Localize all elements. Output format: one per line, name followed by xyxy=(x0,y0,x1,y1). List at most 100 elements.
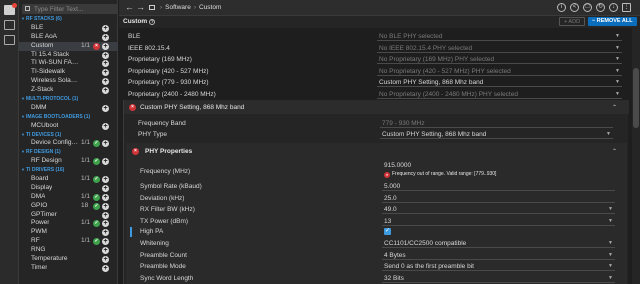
forward-icon[interactable]: → xyxy=(136,3,145,12)
add-button[interactable]: + ADD xyxy=(559,17,586,26)
add-icon[interactable]: + xyxy=(102,176,109,184)
history-icon[interactable]: ↻ xyxy=(596,3,605,12)
phy-select[interactable]: Custom PHY Setting, 868 Mhz band ▼ xyxy=(377,78,622,87)
scroll-thumb[interactable] xyxy=(633,68,639,128)
tree-item-label: RNG xyxy=(31,246,46,254)
chevron-up-icon[interactable]: ⌃ xyxy=(612,148,617,155)
software-icon[interactable] xyxy=(4,3,17,15)
tree-item-dmm[interactable]: DMM + xyxy=(19,104,118,113)
tree-category-ti-devices-1[interactable]: ▼ TI DEVICES (1) xyxy=(19,131,118,140)
tree-item-rng[interactable]: RNG + xyxy=(19,246,118,255)
phy-select[interactable]: No IEEE 802.15.4 PHY selected ▼ xyxy=(377,44,622,53)
files-icon[interactable] xyxy=(4,20,15,30)
tree-item-temperature[interactable]: Temperature + xyxy=(19,255,118,264)
board-view-icon[interactable] xyxy=(4,35,15,45)
tree-item-ti-wi-sun-fan-stack[interactable]: TI Wi-SUN FAN Stack + xyxy=(19,59,118,68)
phy-select[interactable]: No BLE PHY selected ▼ xyxy=(377,32,622,41)
tree-item-rf-design[interactable]: RF Design 1/1 ✓ + xyxy=(19,157,118,166)
tree-item-power[interactable]: Power 1/1 ✓ + xyxy=(19,219,118,228)
add-icon[interactable]: + xyxy=(102,211,109,219)
more-icon[interactable]: ⋮ xyxy=(622,3,631,12)
add-icon[interactable]: + xyxy=(102,33,109,41)
help-icon[interactable]: ? xyxy=(149,19,156,25)
add-icon[interactable]: + xyxy=(102,51,109,59)
chevron-up-icon[interactable]: ⌃ xyxy=(612,104,617,111)
tree-item-ble[interactable]: BLE + xyxy=(19,24,118,33)
info-icon[interactable]: i xyxy=(557,3,566,12)
add-icon[interactable]: + xyxy=(102,24,109,32)
tree-item-ti-sidewalk[interactable]: TI-Sidewalk + xyxy=(19,68,118,77)
tree-item-z-stack[interactable]: Z-Stack + xyxy=(19,86,118,95)
prop-field[interactable]: 25.0 xyxy=(382,194,615,203)
prop-field[interactable]: 5.000 xyxy=(382,182,615,191)
add-icon[interactable]: + xyxy=(102,60,109,68)
tree-category-ti-drivers-16[interactable]: ▼ TI DRIVERS (16) xyxy=(19,166,118,175)
tree-item-device-configur[interactable]: Device Configur... 1/1 ✓ + xyxy=(19,139,118,148)
add-icon[interactable]: + xyxy=(102,87,109,95)
phy-type-select[interactable]: Custom PHY Setting, 868 Mhz band ▼ xyxy=(380,130,613,139)
phy-select[interactable]: No Proprietary (2400 - 2480 MHz) PHY sel… xyxy=(377,90,622,99)
filter-input[interactable] xyxy=(34,4,116,14)
add-icon[interactable]: + xyxy=(102,69,109,77)
add-icon[interactable]: + xyxy=(102,42,109,50)
add-icon[interactable]: + xyxy=(102,229,109,237)
high-pa-checkbox[interactable]: ✓ xyxy=(384,228,391,235)
add-icon[interactable]: + xyxy=(102,256,109,264)
tree-item-timer[interactable]: Timer + xyxy=(19,264,118,273)
add-icon[interactable]: + xyxy=(102,264,109,272)
tree-item-ti-15-4-stack[interactable]: TI 15.4 Stack + xyxy=(19,51,118,60)
add-icon[interactable]: + xyxy=(102,247,109,255)
prop-field[interactable]: 13 ▼ xyxy=(382,217,615,226)
breadcrumb-software[interactable]: Software xyxy=(165,4,191,11)
error-icon: × xyxy=(93,42,100,50)
prop-value: 4 Bytes xyxy=(384,251,406,259)
frequency-input[interactable]: 915.0000 xyxy=(382,162,615,170)
tree-category-rf-stacks-6[interactable]: ▼ RF STACKS (6) xyxy=(19,15,118,24)
home-icon[interactable] xyxy=(149,5,155,10)
tree-item-ble-aoa[interactable]: BLE AoA + xyxy=(19,33,118,42)
add-icon[interactable]: + xyxy=(102,158,109,166)
add-icon[interactable]: + xyxy=(102,220,109,228)
tree-item-rf[interactable]: RF 1/1 ✓ + xyxy=(19,237,118,246)
tree-item-label: BLE AoA xyxy=(31,32,58,40)
back-icon[interactable]: ← xyxy=(125,3,134,12)
add-icon[interactable]: + xyxy=(102,140,109,148)
scrollbar[interactable] xyxy=(632,28,640,284)
tree-item-mcuboot[interactable]: MCUboot + xyxy=(19,122,118,131)
tree-item-gptimer[interactable]: GPTimer + xyxy=(19,211,118,220)
prop-field[interactable]: CC1101/CC2500 compatible ▼ xyxy=(382,239,615,248)
frequency-band-row: Frequency Band 779 - 930 MHz xyxy=(124,119,625,129)
filter-icon[interactable] xyxy=(25,6,30,11)
phy-panel-header[interactable]: × Custom PHY Setting, 868 Mhz band ⌃ xyxy=(124,100,629,114)
prop-field[interactable]: Send 0 as the first preamble bit ▼ xyxy=(382,262,615,271)
phy-select[interactable]: No Proprietary (420 - 527 MHz) PHY selec… xyxy=(377,67,622,76)
code-icon[interactable]: < xyxy=(570,3,579,12)
add-icon[interactable]: + xyxy=(102,78,109,86)
add-icon[interactable]: + xyxy=(102,193,109,201)
tree-item-pwm[interactable]: PWM + xyxy=(19,228,118,237)
prop-field[interactable]: 32 Bits ▼ xyxy=(382,274,615,283)
tree-item-wireless-solar-managem[interactable]: Wireless Solar Managem... + xyxy=(19,77,118,86)
phy-properties-header[interactable]: × PHY Properties ⌃ xyxy=(126,143,627,158)
add-icon[interactable]: + xyxy=(102,238,109,246)
phy-select[interactable]: No Proprietary (169 MHz) PHY selected ▼ xyxy=(377,55,622,64)
prop-field[interactable]: 4 Bytes ▼ xyxy=(382,251,615,260)
tree-item-custom[interactable]: Custom 1/1 × + xyxy=(19,41,118,51)
add-icon[interactable]: + xyxy=(102,184,109,192)
prop-field[interactable]: 49.0 ▼ xyxy=(382,205,615,214)
add-icon[interactable]: + xyxy=(102,104,109,112)
tree-item-board[interactable]: Board 1/1 ✓ + xyxy=(19,175,118,184)
tree-item-dma[interactable]: DMA 1/1 ✓ + xyxy=(19,193,118,202)
download-icon[interactable]: ↓ xyxy=(609,3,618,12)
tree-category-multi-protocol-1[interactable]: ▼ MULTI-PROTOCOL (1) xyxy=(19,95,118,104)
remove-all-button[interactable]: − REMOVE ALL xyxy=(588,17,637,26)
add-icon[interactable]: + xyxy=(102,202,109,210)
add-icon[interactable]: + xyxy=(102,122,109,130)
tree-item-gpio[interactable]: GPIO 18 ✓ + xyxy=(19,202,118,211)
tree-item-display[interactable]: Display + xyxy=(19,184,118,193)
tree-category-image-bootloaders-1[interactable]: ▼ IMAGE BOOTLOADERS (1) xyxy=(19,113,118,122)
chevron-down-icon: ▼ xyxy=(21,131,25,137)
phy-panel-title: Custom PHY Setting, 868 Mhz band xyxy=(140,104,245,111)
board-icon[interactable]: □ xyxy=(583,3,592,12)
tree-category-rf-design-1[interactable]: ▼ RF DESIGN (1) xyxy=(19,148,118,157)
